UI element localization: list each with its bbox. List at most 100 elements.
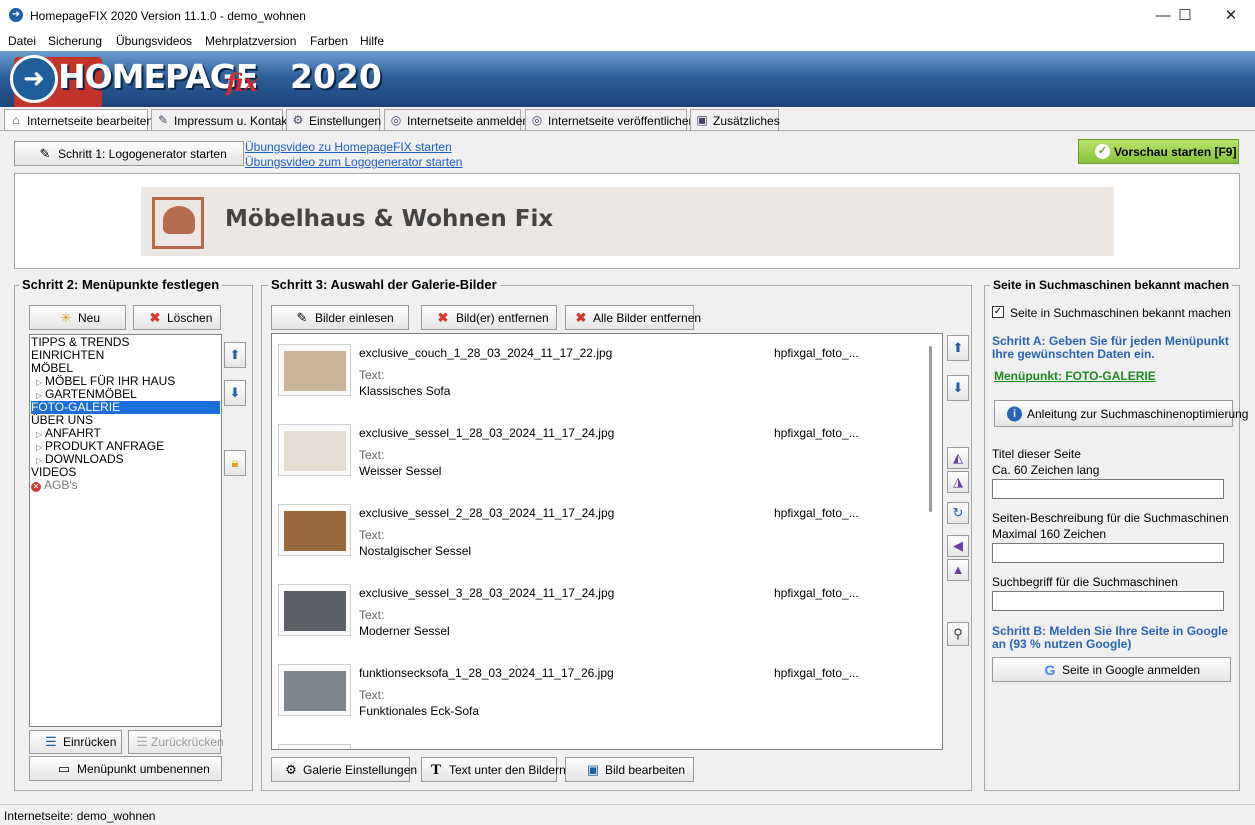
disabled-x-icon: ✕ — [31, 482, 41, 492]
tab-divider — [0, 130, 1255, 131]
gallery-row[interactable]: exclusive_sessel_1_28_03_2024_11_17_24.j… — [272, 414, 932, 494]
menu-point-link[interactable]: Menüpunkt: FOTO-GALERIE — [994, 369, 1156, 383]
image-down-button[interactable]: ⬇ — [947, 375, 969, 401]
flip-button[interactable]: ◭ — [947, 447, 969, 469]
title-bar: ➜ HomepageFIX 2020 Version 11.1.0 - demo… — [0, 0, 1255, 31]
text-label: Text: — [359, 688, 385, 702]
text-under-images-button[interactable]: T Text unter den Bildern — [421, 757, 566, 782]
sofa-image — [284, 671, 346, 711]
menu-datei[interactable]: Datei — [8, 34, 36, 48]
mirror-button[interactable]: ◮ — [947, 471, 969, 493]
seo-guide-button[interactable]: i Anleitung zur Suchmaschinenoptimierung — [994, 400, 1248, 427]
delete-menu-button[interactable]: ✖ Löschen — [133, 305, 221, 330]
tab-einstellungen[interactable]: ⚙ Einstellungen — [286, 109, 381, 130]
info-icon: i — [1007, 406, 1022, 421]
maximize-button[interactable]: ☐ — [1162, 0, 1208, 31]
load-images-button[interactable]: ✎ Bilder einlesen — [271, 305, 409, 330]
menu-hilfe[interactable]: Hilfe — [360, 34, 384, 48]
pencil-icon: ✎ — [157, 113, 169, 127]
tab-zusaetzliches[interactable]: ▣ Zusätzliches — [690, 109, 780, 130]
menu-mehrplatzversion[interactable]: Mehrplatzversion — [205, 34, 296, 48]
gallery-list[interactable]: exclusive_couch_1_28_03_2024_11_17_22.jp… — [271, 333, 943, 750]
gallery-name: hpfixgal_foto_... — [774, 666, 859, 680]
image-filename: exclusive_couch_1_28_03_2024_11_17_22.jp… — [359, 346, 613, 360]
video-logogenerator-link[interactable]: Übungsvideo zum Logogenerator starten — [245, 155, 462, 169]
window-title: HomepageFIX 2020 Version 11.1.0 - demo_w… — [30, 9, 306, 23]
button-label: Menüpunkt umbenennen — [77, 761, 210, 776]
tree-item-disabled[interactable]: ✕ AGB's — [31, 479, 220, 492]
edit-image-button[interactable]: ▣ Bild bearbeiten — [565, 757, 694, 782]
gallery-scrollbar[interactable] — [929, 346, 932, 512]
page-description-input[interactable] — [992, 543, 1224, 563]
delete-x-icon: ✖ — [149, 309, 161, 325]
gallery-row[interactable]: exclusive_sessel_2_28_03_2024_11_17_24.j… — [272, 494, 932, 574]
title-label: Titel dieser Seite — [992, 447, 1081, 461]
gallery-row-partial[interactable] — [272, 734, 932, 749]
video-homepagefix-link[interactable]: Übungsvideo zu HomepageFIX starten — [245, 140, 452, 154]
image-up-button[interactable]: ⬆ — [947, 335, 969, 361]
magnifier-icon: ⚲ — [953, 626, 963, 641]
logogenerator-button[interactable]: ✎ Schritt 1: Logogenerator starten — [14, 141, 244, 166]
button-label: Anleitung zur Suchmaschinenoptimierung — [1027, 406, 1249, 421]
check-icon: ✓ — [1095, 144, 1110, 159]
gear-icon: ⚙ — [292, 113, 304, 127]
google-submit-button[interactable]: G Seite in Google anmelden — [992, 657, 1231, 682]
image-caption: Weisser Sessel — [359, 464, 442, 478]
globe-icon: ◎ — [531, 113, 543, 127]
tab-internetseite-veroeffentlichen[interactable]: ◎ Internetseite veröffentlichen — [525, 109, 695, 130]
rename-menu-button[interactable]: ▭ Menüpunkt umbenennen — [29, 756, 222, 781]
description-label: Seiten-Beschreibung für die Suchmaschine… — [992, 511, 1229, 525]
gallery-settings-button[interactable]: ⚙ Galerie Einstellungen — [271, 757, 417, 782]
tab-internetseite-bearbeiten[interactable]: ⌂ Internetseite bearbeiten — [4, 109, 153, 131]
move-down-button[interactable]: ⬇ — [224, 380, 246, 406]
gallery-name: hpfixgal_foto_... — [774, 506, 859, 520]
close-button[interactable]: ✕ — [1208, 0, 1254, 31]
arrow-down-icon: ⬇ — [229, 385, 241, 400]
keyword-input[interactable] — [992, 591, 1224, 611]
lock-button[interactable]: 🔒︎ — [224, 450, 246, 476]
home-icon: ⌂ — [12, 113, 20, 127]
text-label: Text: — [359, 528, 385, 542]
gallery-row[interactable]: funktionsecksofa_1_28_03_2024_11_17_26.j… — [272, 654, 932, 734]
gallery-row[interactable]: exclusive_couch_1_28_03_2024_11_17_22.jp… — [272, 334, 932, 414]
button-label: Bilder einlesen — [315, 310, 394, 325]
gallery-row[interactable]: exclusive_sessel_3_28_03_2024_11_17_24.j… — [272, 574, 932, 654]
menu-sicherung[interactable]: Sicherung — [48, 34, 102, 48]
rotate-button[interactable]: ↻ — [947, 502, 969, 524]
menu-tree[interactable]: TIPPS & TRENDS EINRICHTEN MÖBEL ▷ MÖBEL F… — [29, 334, 222, 727]
menu-bar: Datei Sicherung Übungsvideos Mehrplatzve… — [0, 31, 1255, 51]
rotate-left-button[interactable]: ◀ — [947, 535, 969, 557]
menu-farben[interactable]: Farben — [310, 34, 348, 48]
move-up-button[interactable]: ⬆ — [224, 342, 246, 368]
new-menu-button[interactable]: ✳ Neu — [29, 305, 126, 330]
button-label: Löschen — [167, 310, 213, 325]
remove-all-images-button[interactable]: ✖ Alle Bilder entfernen — [565, 305, 701, 330]
arrow-logo-icon: ➜ — [10, 55, 58, 103]
folder-icon: ✎ — [296, 309, 308, 325]
page-title-input[interactable] — [992, 479, 1224, 499]
tab-internetseite-anmelden[interactable]: ◎ Internetseite anmelden — [384, 109, 529, 130]
zoom-button[interactable]: ⚲ — [947, 622, 969, 646]
button-label: Seite in Google anmelden — [1062, 662, 1201, 677]
tab-impressum[interactable]: ✎ Impressum u. Kontakt — [151, 109, 291, 130]
outdent-button[interactable]: ☰ Zurückrücken — [128, 730, 224, 754]
button-label: Bild bearbeiten — [605, 762, 686, 777]
seo-checkbox-label: Seite in Suchmaschinen bekannt machen — [1010, 306, 1231, 320]
thumbnail — [278, 664, 351, 716]
preview-button[interactable]: ✓ Vorschau starten [F9] — [1078, 139, 1239, 164]
delete-x-icon: ✖ — [575, 309, 587, 325]
gallery-name: hpfixgal_foto_... — [774, 426, 859, 440]
tab-label: Zusätzliches — [713, 114, 780, 128]
image-caption: Moderner Sessel — [359, 624, 450, 638]
thumbnail — [278, 504, 351, 556]
remove-images-button[interactable]: ✖ Bild(er) entfernen — [421, 305, 557, 330]
menu-uebungsvideos[interactable]: Übungsvideos — [116, 34, 192, 48]
rotate-icon: ↻ — [952, 505, 964, 520]
indent-button[interactable]: ☰ Einrücken — [29, 730, 122, 754]
tree-item-label: ANFAHRT — [45, 426, 101, 440]
outdent-icon: ☰ — [136, 734, 148, 749]
seo-checkbox[interactable]: ✓ — [992, 306, 1004, 318]
image-icon: ▣ — [586, 761, 600, 777]
flip-horizontal-button[interactable]: ▲ — [947, 559, 969, 581]
keyword-label: Suchbegriff für die Suchmaschinen — [992, 575, 1178, 589]
